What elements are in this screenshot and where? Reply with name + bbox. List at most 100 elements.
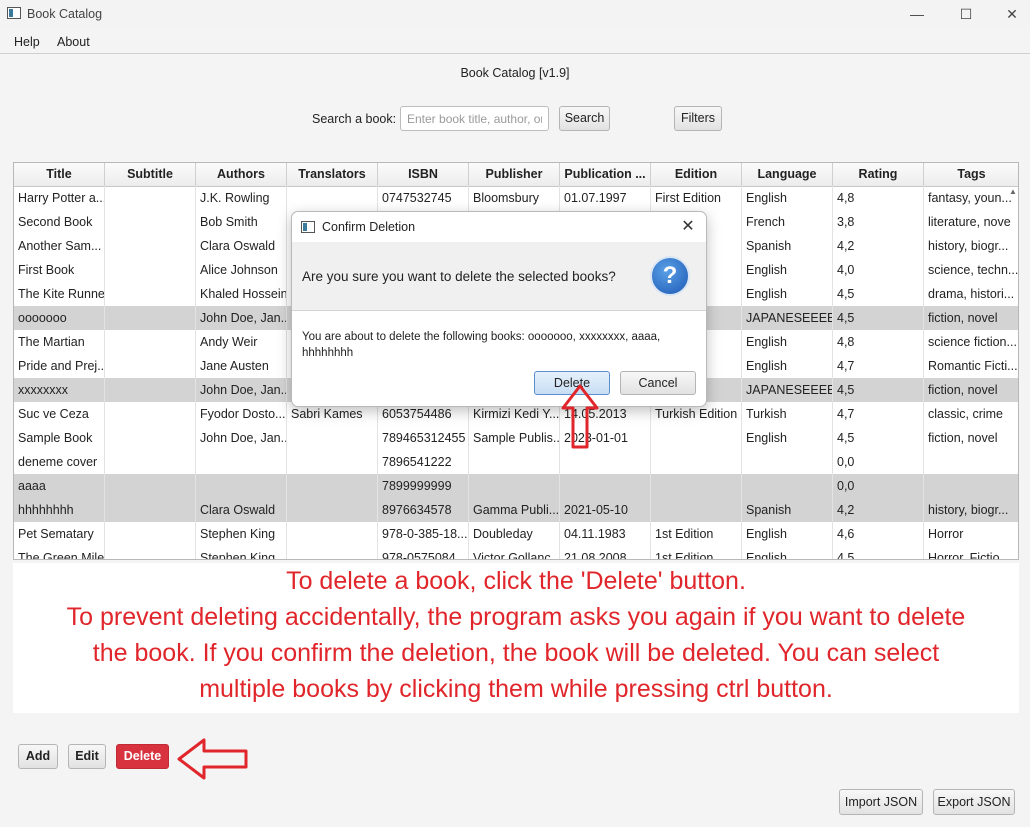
table-cell: 4,2 (833, 234, 924, 258)
table-cell: 2021-05-10 (560, 498, 651, 522)
table-row[interactable]: aaaa 7899999999 0,0 (14, 474, 1018, 498)
table-cell: 789465312455 (378, 426, 469, 450)
table-cell: Gamma Publi... (469, 498, 560, 522)
table-cell: 4,8 (833, 186, 924, 210)
table-cell: English (742, 186, 833, 210)
table-cell: Spanish (742, 234, 833, 258)
table-row[interactable]: Harry Potter a... J.K. Rowling 0747532745 B… (14, 186, 1018, 210)
column-header[interactable]: Language (742, 163, 833, 186)
table-cell: classic, crime (924, 402, 1018, 426)
table-cell (105, 258, 196, 282)
table-cell (196, 450, 287, 474)
table-cell: Second Book (14, 210, 105, 234)
table-row[interactable]: Sample Book John Doe, Jan... 789465312455 S… (14, 426, 1018, 450)
table-header: Title Subtitle Authors Translators ISBN Publi… (14, 163, 1018, 187)
table-cell (287, 474, 378, 498)
column-header[interactable]: Publication ... (560, 163, 651, 186)
column-header[interactable]: Rating (833, 163, 924, 186)
question-icon: ? (650, 256, 690, 296)
table-cell: 4,5 (833, 426, 924, 450)
table-row[interactable]: The Green Mile Stephen King 978-0575084...… (14, 546, 1018, 559)
edit-button[interactable]: Edit (68, 744, 106, 769)
table-cell (105, 474, 196, 498)
column-header[interactable]: Authors (196, 163, 287, 186)
dialog-app-icon (301, 221, 315, 233)
table-cell: Bloomsbury (469, 186, 560, 210)
table-cell (742, 450, 833, 474)
table-cell: Another Sam... (14, 234, 105, 258)
table-cell: 7896541222 (378, 450, 469, 474)
search-button[interactable]: Search (559, 106, 610, 131)
table-cell: history, biogr... (924, 498, 1018, 522)
delete-button[interactable]: Delete (116, 744, 169, 769)
table-cell: literature, nove (924, 210, 1018, 234)
table-cell: history, biogr... (924, 234, 1018, 258)
close-icon[interactable]: ✕ (678, 217, 698, 237)
table-cell (924, 474, 1018, 498)
instruction-line: To delete a book, click the 'Delete' but… (286, 567, 746, 595)
table-cell: 4,8 (833, 330, 924, 354)
table-cell: English (742, 426, 833, 450)
table-cell (287, 186, 378, 210)
table-cell: Suc ve Ceza (14, 402, 105, 426)
table-cell (105, 330, 196, 354)
dialog-header: Are you sure you want to delete the sele… (292, 242, 706, 311)
table-cell (742, 474, 833, 498)
table-cell: 4,2 (833, 498, 924, 522)
table-cell: 04.11.1983 (560, 522, 651, 546)
table-cell (105, 402, 196, 426)
table-cell: 4,5 (833, 546, 924, 559)
menu-help[interactable]: Help (14, 35, 40, 49)
table-cell (469, 450, 560, 474)
column-header[interactable]: Title (14, 163, 105, 186)
maximize-icon[interactable]: ☐ (954, 4, 978, 24)
table-cell: Romantic Ficti... (924, 354, 1018, 378)
scroll-up-icon[interactable]: ▲ (1008, 187, 1018, 199)
import-json-button[interactable]: Import JSON (839, 789, 923, 815)
table-cell: 4,7 (833, 354, 924, 378)
menu-about[interactable]: About (57, 35, 90, 49)
table-cell: hhhhhhhh (14, 498, 105, 522)
dialog-cancel-button[interactable]: Cancel (620, 371, 696, 395)
minimize-icon[interactable]: — (905, 4, 929, 24)
table-row[interactable]: deneme cover 7896541222 0,0 (14, 450, 1018, 474)
table-cell (651, 450, 742, 474)
table-row[interactable]: hhhhhhhh Clara Oswald 8976634578 Gamma Publ… (14, 498, 1018, 522)
table-cell: Clara Oswald (196, 234, 287, 258)
add-button[interactable]: Add (18, 744, 58, 769)
table-cell: English (742, 354, 833, 378)
close-window-icon[interactable]: ✕ (1000, 4, 1024, 24)
table-cell: French (742, 210, 833, 234)
column-header[interactable]: Edition (651, 163, 742, 186)
search-label: Search a book: (312, 112, 397, 126)
table-cell: Fyodor Dosto... (196, 402, 287, 426)
table-cell: xxxxxxxx (14, 378, 105, 402)
column-header[interactable]: Subtitle (105, 163, 196, 186)
column-header[interactable]: Tags (924, 163, 1018, 186)
column-header[interactable]: Publisher (469, 163, 560, 186)
table-row[interactable]: Pet Sematary Stephen King 978-0-385-18... D… (14, 522, 1018, 546)
table-cell: Jane Austen (196, 354, 287, 378)
table-cell (105, 210, 196, 234)
table-cell: Doubleday (469, 522, 560, 546)
dialog-title: Confirm Deletion (322, 220, 416, 234)
table-cell: The Kite Runner (14, 282, 105, 306)
column-header[interactable]: Translators (287, 163, 378, 186)
left-arrow-annotation (177, 738, 248, 780)
table-cell: Spanish (742, 498, 833, 522)
table-cell: 978-0575084... (378, 546, 469, 559)
table-cell: fiction, novel (924, 426, 1018, 450)
export-json-button[interactable]: Export JSON (933, 789, 1015, 815)
filters-button[interactable]: Filters (674, 106, 722, 131)
column-header[interactable]: ISBN (378, 163, 469, 186)
table-cell: The Martian (14, 330, 105, 354)
table-cell (105, 186, 196, 210)
search-input[interactable] (400, 106, 549, 131)
table-cell: 978-0-385-18... (378, 522, 469, 546)
table-cell (105, 450, 196, 474)
table-cell: 4,7 (833, 402, 924, 426)
table-cell (196, 474, 287, 498)
table-cell: 1st Edition (651, 522, 742, 546)
table-cell (560, 450, 651, 474)
table-cell (105, 378, 196, 402)
